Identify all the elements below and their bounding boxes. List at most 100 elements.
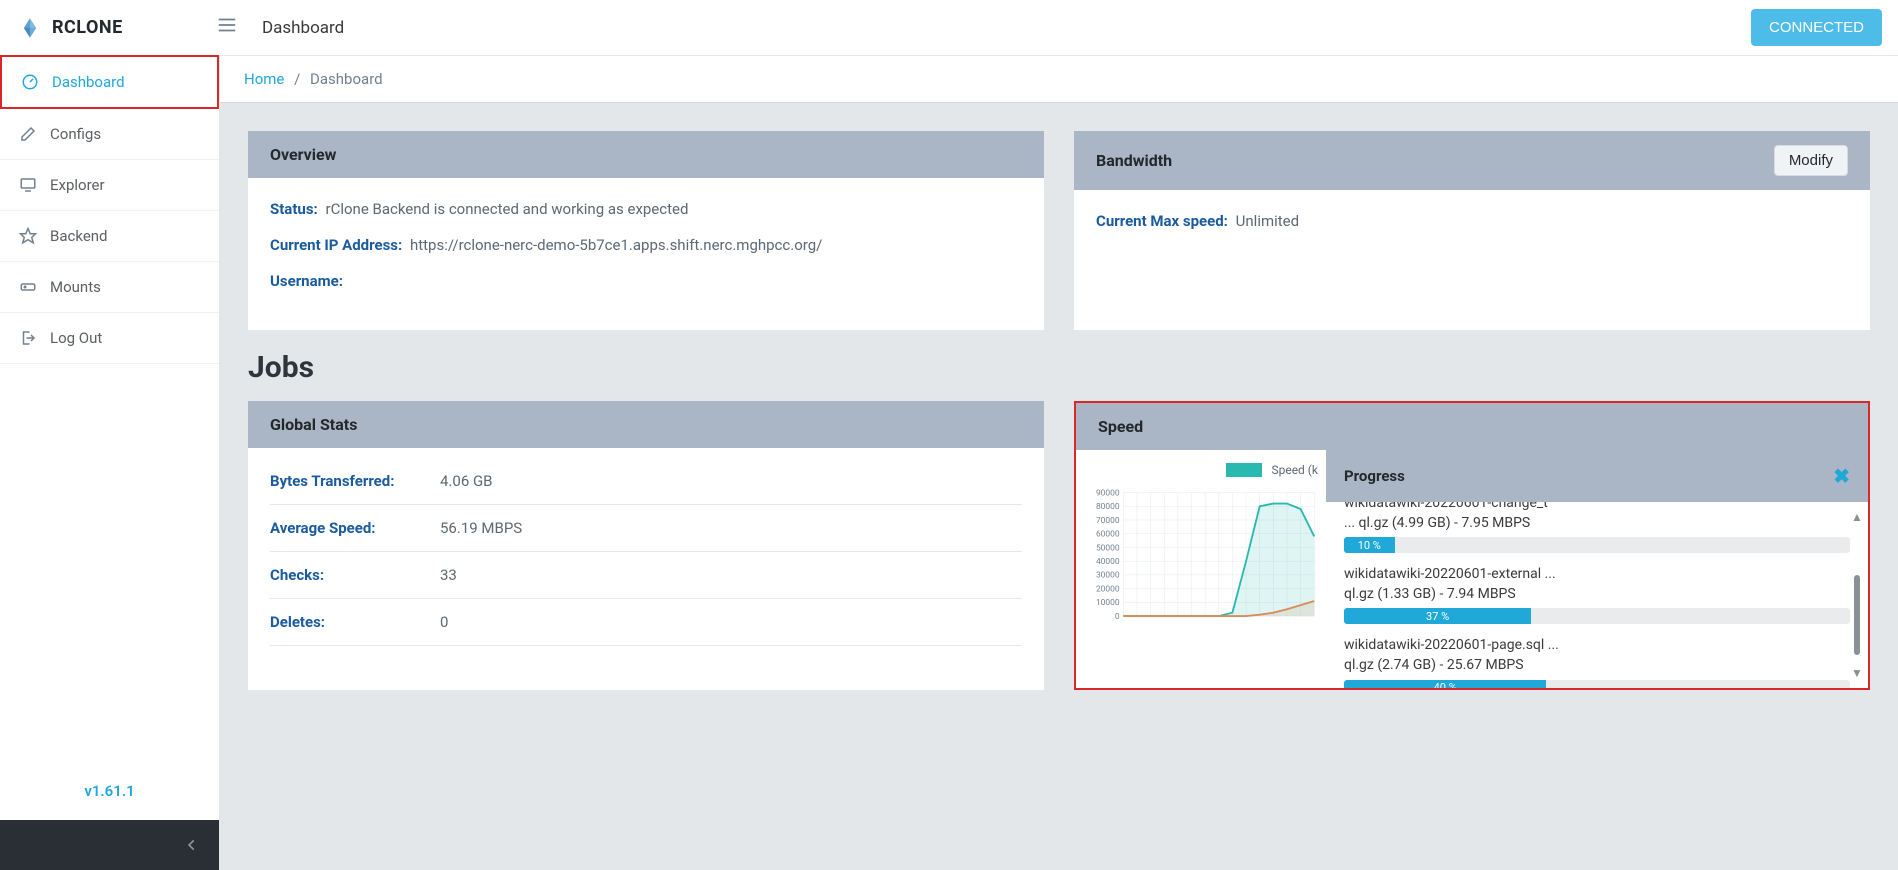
sidebar-item-label: Mounts	[50, 278, 101, 296]
progress-file-detail: ql.gz (1.33 GB) - 7.94 MBPS	[1344, 585, 1850, 605]
progress-title: Progress	[1344, 467, 1405, 485]
sidebar-collapse-button[interactable]	[0, 820, 219, 870]
sidebar-item-backend[interactable]: Backend	[0, 211, 219, 262]
sidebar-footer: v1.61.1	[0, 762, 219, 870]
monitor-icon	[18, 176, 38, 194]
max-speed-label: Current Max speed:	[1096, 212, 1228, 230]
stats-label: Bytes Transferred:	[270, 472, 440, 490]
stats-label: Checks:	[270, 566, 440, 584]
drive-icon	[18, 278, 38, 296]
ip-value: https://rclone-nerc-demo-5b7ce1.apps.shi…	[410, 236, 822, 254]
bandwidth-card: Bandwidth Modify Current Max speed: Unli…	[1074, 131, 1870, 330]
sidebar-item-mounts[interactable]: Mounts	[0, 262, 219, 313]
max-speed-row: Current Max speed: Unlimited	[1096, 212, 1848, 230]
svg-text:20000: 20000	[1096, 584, 1120, 594]
stats-value: 0	[440, 613, 448, 631]
bandwidth-title: Bandwidth	[1096, 151, 1172, 170]
progress-bar: 40 %	[1344, 680, 1850, 688]
overview-header: Overview	[248, 131, 1044, 178]
progress-file-detail: ql.gz (2.74 GB) - 25.67 MBPS	[1344, 656, 1850, 676]
speedometer-icon	[20, 73, 40, 91]
svg-text:60000: 60000	[1096, 530, 1120, 540]
progress-panel: Progress ✖ wikidatawiki-20220601-change_…	[1326, 450, 1868, 688]
legend-text: Speed (k	[1271, 463, 1318, 477]
sidebar-nav: Dashboard Configs Explorer Backend	[0, 56, 219, 762]
version-label[interactable]: v1.61.1	[0, 762, 219, 820]
svg-text:0: 0	[1115, 612, 1120, 622]
breadcrumb-separator: /	[294, 70, 300, 88]
progress-file-name: wikidatawiki-20220601-change_t	[1344, 502, 1850, 514]
stats-label: Average Speed:	[270, 519, 440, 537]
svg-text:50000: 50000	[1096, 543, 1120, 553]
svg-text:90000: 90000	[1096, 488, 1120, 498]
progress-bar: 37 %	[1344, 608, 1850, 624]
breadcrumb-current: Dashboard	[310, 70, 383, 88]
header-right: CONNECTED	[1751, 9, 1882, 46]
rclone-logo[interactable]: RCLONE	[16, 14, 123, 42]
progress-file-detail: ... ql.gz (4.99 GB) - 7.95 MBPS	[1344, 514, 1850, 534]
global-stats-card: Global Stats Bytes Transferred:4.06 GBAv…	[248, 401, 1044, 690]
progress-file-name: wikidatawiki-20220601-page.sql ...	[1344, 636, 1850, 656]
stats-value: 33	[440, 566, 457, 584]
progress-bar-fill: 10 %	[1344, 537, 1395, 553]
scroll-up-arrow[interactable]: ▲	[1851, 510, 1863, 524]
max-speed-value: Unlimited	[1236, 212, 1299, 230]
sidebar-item-explorer[interactable]: Explorer	[0, 160, 219, 211]
speed-line-chart: 0100002000030000400005000060000700008000…	[1084, 484, 1318, 634]
breadcrumb-home[interactable]: Home	[244, 70, 284, 88]
username-label: Username:	[270, 272, 343, 290]
stats-row: Average Speed:56.19 MBPS	[270, 505, 1022, 552]
star-icon	[18, 227, 38, 245]
menu-toggle-button[interactable]	[216, 14, 238, 42]
logo-section: RCLONE	[16, 14, 216, 42]
progress-bar: 10 %	[1344, 537, 1850, 553]
progress-bar-fill: 37 %	[1344, 608, 1531, 624]
status-row: Status: rClone Backend is connected and …	[270, 200, 1022, 218]
connected-button[interactable]: CONNECTED	[1751, 9, 1882, 46]
sidebar-item-dashboard[interactable]: Dashboard	[0, 55, 219, 109]
svg-text:70000: 70000	[1096, 516, 1120, 526]
main-content: Home / Dashboard Overview Status: rClone…	[220, 56, 1898, 870]
svg-text:30000: 30000	[1096, 571, 1120, 581]
stats-label: Deletes:	[270, 613, 440, 631]
ip-label: Current IP Address:	[270, 236, 402, 254]
sidebar-item-label: Explorer	[50, 176, 105, 194]
stats-value: 4.06 GB	[440, 472, 493, 490]
breadcrumb: Home / Dashboard	[220, 56, 1898, 103]
jobs-title: Jobs	[248, 350, 1870, 385]
chevron-left-icon	[185, 838, 199, 852]
stats-row: Checks:33	[270, 552, 1022, 599]
progress-scrollbar[interactable]: ▲ ▼	[1850, 510, 1864, 680]
global-stats-header: Global Stats	[248, 401, 1044, 448]
sidebar-item-logout[interactable]: Log Out	[0, 313, 219, 364]
progress-close-button[interactable]: ✖	[1833, 464, 1850, 488]
logo-text: RCLONE	[52, 17, 123, 38]
scroll-down-arrow[interactable]: ▼	[1851, 666, 1863, 680]
progress-header: Progress ✖	[1326, 450, 1868, 502]
sidebar-item-configs[interactable]: Configs	[0, 109, 219, 160]
progress-item: wikidatawiki-20220601-change_t... ql.gz …	[1344, 502, 1850, 559]
svg-text:80000: 80000	[1096, 502, 1120, 512]
username-row: Username:	[270, 272, 1022, 290]
stats-row: Deletes:0	[270, 599, 1022, 646]
progress-file-name: wikidatawiki-20220601-external ...	[1344, 565, 1850, 585]
modify-button[interactable]: Modify	[1774, 145, 1848, 176]
svg-text:40000: 40000	[1096, 557, 1120, 567]
progress-item: wikidatawiki-20220601-external ...ql.gz …	[1344, 559, 1850, 630]
scroll-thumb[interactable]	[1854, 575, 1860, 655]
bandwidth-header: Bandwidth Modify	[1074, 131, 1870, 190]
sidebar-item-label: Log Out	[50, 329, 102, 347]
rclone-icon	[16, 14, 44, 42]
sidebar: Dashboard Configs Explorer Backend	[0, 56, 220, 870]
stats-row: Bytes Transferred:4.06 GB	[270, 458, 1022, 505]
status-label: Status:	[270, 200, 318, 218]
sidebar-item-label: Backend	[50, 227, 108, 245]
page-title: Dashboard	[262, 18, 1751, 38]
overview-card: Overview Status: rClone Backend is conne…	[248, 131, 1044, 330]
legend-color-box	[1226, 463, 1262, 477]
app-header: RCLONE Dashboard CONNECTED	[0, 0, 1898, 56]
speed-card: Speed Speed (k 0100002000030000400005000…	[1074, 401, 1870, 690]
hamburger-icon	[216, 14, 238, 36]
speed-header: Speed	[1076, 403, 1868, 450]
status-value: rClone Backend is connected and working …	[325, 200, 688, 218]
